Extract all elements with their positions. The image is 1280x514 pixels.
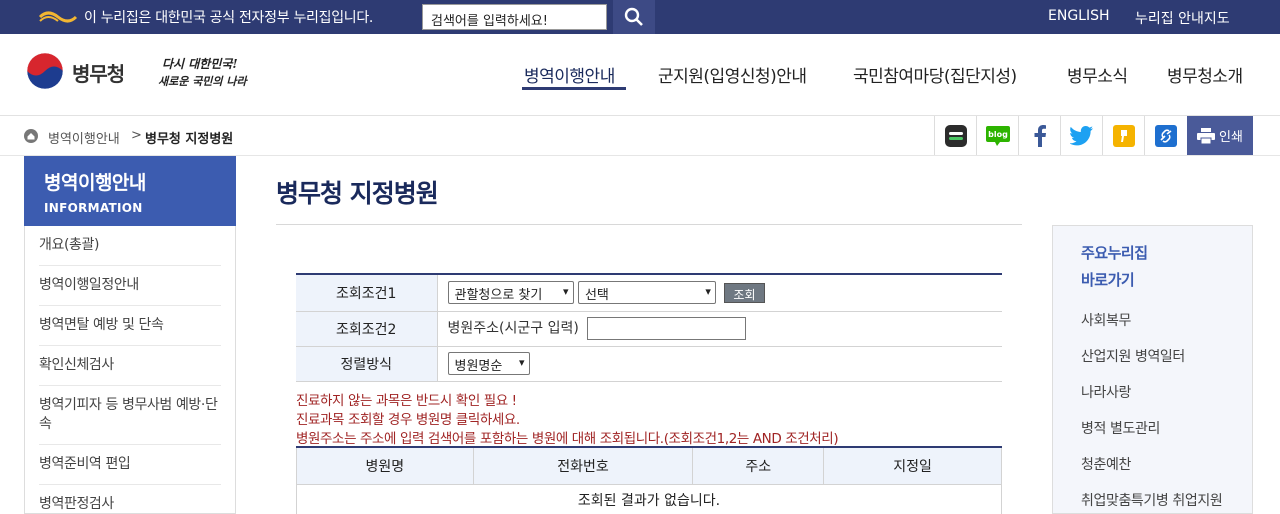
facebook-icon [1034,124,1046,147]
print-button[interactable]: 인쇄 [1187,116,1253,155]
chevron-down-icon: ▾ [562,285,569,299]
breadcrumb-item-service-guide[interactable]: 병역이행안내 [48,128,120,147]
gnb-item-participation[interactable]: 국민참여마당(집단지성) [853,62,1017,87]
notice-line-1: 진료하지 않는 과목은 반드시 확인 필요 ! [296,393,517,409]
lnb-item-confirmation-exam[interactable]: 확인신체검사 [39,346,221,386]
column-header-hospital: 병원명 [296,446,474,485]
breadcrumb: 병역이행안내 > 병무청 지정병원 blog 인쇄 [0,116,1280,156]
svg-text:다시 대한민국!: 다시 대한민국! [162,57,238,71]
share-facebook-button[interactable] [1018,116,1060,155]
svg-text:blog: blog [988,130,1008,139]
quick-links-title-2: 바로가기 [1081,271,1135,289]
notice-line-3: 병원주소는 주소에 입력 검색어를 포함하는 병원에 대해 조회됩니다.(조회조… [296,431,839,447]
share-kakaostory-button[interactable] [1102,116,1144,155]
result-table: 병원명 전화번호 주소 지정일 조회된 결과가 없습니다. [296,446,1002,514]
band-icon [944,124,967,147]
jurisdiction-type-select[interactable]: 관할청으로 찾기 ▾ [447,281,574,305]
twitter-icon [1069,125,1093,145]
sort-order-select[interactable]: 병원명순 ▾ [447,352,530,375]
chevron-down-icon: ▾ [518,356,525,369]
slogan-calligraphy: 다시 대한민국! 새로운 국민의 나라 [158,57,248,88]
quick-links-panel: 주요누리집 바로가기 사회복무 산업지원 병역일터 나라사랑 병적 별도관리 청… [1052,225,1253,514]
sitemap-link[interactable]: 누리집 안내지도 [1135,8,1230,28]
lnb-item-overview[interactable]: 개요(총괄) [39,226,221,266]
empty-result-message: 조회된 결과가 없습니다. [296,483,1002,514]
breadcrumb-separator: > [131,128,142,143]
quick-link-industrial-support[interactable]: 산업지원 병역일터 [1081,346,1252,366]
search-row3-label: 정렬방식 [296,345,438,382]
breadcrumb-current: 병무청 지정병원 [145,132,234,147]
lnb-header: 병역이행안내 INFORMATION [24,156,236,226]
home-icon[interactable] [24,129,38,143]
search-form-table: 조회조건1 관할청으로 찾기 ▾ 선택 ▾ 조회 조회조건2 병원주소(시군구 입력… [296,273,1002,382]
search-row2-label: 조회조건2 [296,310,438,347]
lnb-item-evasion-prevention[interactable]: 병역면탈 예방 및 단속 [39,306,221,346]
notice-line-2: 진료과목 조회할 경우 병원명 클릭하세요. [296,412,520,428]
gov-emblem-icon [38,11,78,23]
print-label: 인쇄 [1219,130,1243,145]
lnb-item-physical-exam[interactable]: 병역판정검사 [39,485,221,513]
address-input[interactable] [587,317,747,340]
english-link[interactable]: ENGLISH [1048,8,1110,24]
share-band-button[interactable] [934,116,976,155]
gov-notice-text: 이 누리집은 대한민국 공식 전자정부 누리집입니다. [84,10,374,26]
chevron-down-icon: ▾ [705,285,711,299]
share-blog-button[interactable]: blog [976,116,1018,155]
lnb-subtitle: INFORMATION [44,201,143,215]
column-header-address: 주소 [692,446,825,485]
quick-link-youth[interactable]: 청춘예찬 [1081,454,1252,474]
site-header: 병무청 다시 대한민국! 새로운 국민의 나라 병역이행안내 군지원(입영신청)… [0,34,1280,116]
share-twitter-button[interactable] [1060,116,1102,155]
top-search-input[interactable]: 검색어를 입력하세요! [422,4,607,30]
quick-links-title-1: 주요누리집 [1081,244,1148,262]
quick-link-employment[interactable]: 취업맞춤특기병 취업지원 [1081,490,1252,510]
search-row1-label: 조회조건1 [296,273,438,312]
top-search-button[interactable] [613,0,655,34]
gov-topbar: 이 누리집은 대한민국 공식 전자정부 누리집입니다. 검색어를 입력하세요! … [0,0,1280,34]
jurisdiction-select[interactable]: 선택 ▾ [577,281,716,305]
gnb-item-enlistment[interactable]: 군지원(입영신청)안내 [658,62,807,87]
gnb-item-news[interactable]: 병무소식 [1067,62,1128,87]
lnb-item-preparatory-service[interactable]: 병역준비역 편입 [39,445,221,485]
address-field-label: 병원주소(시군구 입력) [447,320,579,337]
column-header-date: 지정일 [823,446,1002,485]
svg-text:새로운 국민의 나라: 새로운 국민의 나라 [158,75,248,88]
quick-link-special-record[interactable]: 병적 별도관리 [1081,418,1252,438]
gnb-item-about[interactable]: 병무청소개 [1167,62,1243,87]
page-title: 병무청 지정병원 [276,179,439,208]
logo-text[interactable]: 병무청 [72,58,125,87]
search-icon [624,7,643,26]
title-divider [276,224,1022,225]
blog-icon: blog [985,125,1010,146]
mma-logo-icon[interactable] [26,52,64,90]
lnb-title: 병역이행안내 [44,172,146,194]
gnb-item-service-guide[interactable]: 병역이행안내 [524,62,615,87]
share-url-button[interactable] [1144,116,1186,155]
quick-link-social-service[interactable]: 사회복무 [1081,310,1252,330]
kakaostory-icon [1112,124,1135,147]
column-header-phone: 전화번호 [472,446,694,485]
quick-link-narasarang[interactable]: 나라사랑 [1081,382,1252,402]
gnb-active-indicator [522,87,626,90]
printer-icon [1197,127,1216,144]
search-submit-button[interactable]: 조회 [724,282,765,303]
lnb-menu: 개요(총괄) 병역이행일정안내 병역면탈 예방 및 단속 확인신체검사 병역기피… [24,226,236,514]
lnb-item-offender-prevention[interactable]: 병역기피자 등 병무사범 예방·단속 [39,386,221,445]
lnb-item-schedule[interactable]: 병역이행일정안내 [39,266,221,306]
link-icon [1154,124,1177,147]
